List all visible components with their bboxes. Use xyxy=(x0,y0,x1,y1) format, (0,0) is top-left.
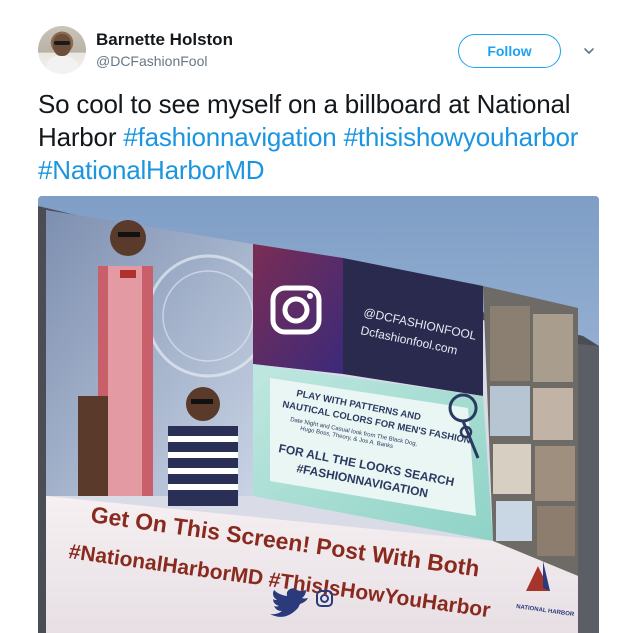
author-name[interactable]: Barnette Holston xyxy=(96,30,233,50)
tweet-text: So cool to see myself on a billboard at … xyxy=(38,88,598,187)
tweet-photo[interactable]: @DCFASHIONFOOL Dcfashionfool.com PLAY WI… xyxy=(38,196,599,633)
follow-button[interactable]: Follow xyxy=(458,34,561,68)
billboard-photo: @DCFASHIONFOOL Dcfashionfool.com PLAY WI… xyxy=(38,196,599,633)
chevron-down-icon[interactable] xyxy=(582,44,596,58)
avatar[interactable] xyxy=(38,26,86,74)
hashtag-link[interactable]: #thisishowyouharbor xyxy=(344,122,579,152)
hashtag-link[interactable]: #NationalHarborMD xyxy=(38,155,265,185)
author-handle[interactable]: @DCFashionFool xyxy=(96,53,207,69)
avatar-sunglasses xyxy=(54,41,70,45)
hashtag-link[interactable]: #fashionnavigation xyxy=(123,122,336,152)
avatar-shirt xyxy=(46,56,78,74)
avatar-face xyxy=(53,34,71,56)
